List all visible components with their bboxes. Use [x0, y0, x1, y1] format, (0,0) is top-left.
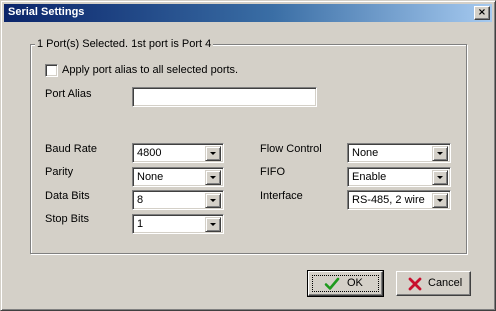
cancel-button[interactable]: Cancel [396, 271, 471, 296]
parity-value: None [137, 171, 164, 183]
interface-label: Interface [260, 190, 303, 202]
chevron-down-icon[interactable] [205, 193, 221, 208]
fifo-select[interactable]: Enable [347, 167, 451, 187]
flow-control-select[interactable]: None [347, 143, 451, 163]
close-icon: × [477, 7, 487, 18]
baud-rate-value: 4800 [137, 147, 162, 159]
port-alias-label: Port Alias [45, 88, 92, 100]
dialog-title: Serial Settings [8, 6, 85, 18]
chevron-down-icon[interactable] [432, 146, 448, 161]
data-bits-select[interactable]: 8 [132, 190, 224, 210]
data-bits-value: 8 [137, 194, 144, 206]
chevron-down-icon[interactable] [432, 170, 448, 185]
fifo-value: Enable [352, 171, 387, 183]
ok-label: OK [347, 277, 363, 289]
close-button[interactable]: × [474, 6, 490, 20]
apply-alias-label: Apply port alias to all selected ports. [62, 64, 239, 76]
parity-select[interactable]: None [132, 167, 224, 187]
baud-rate-select[interactable]: 4800 [132, 143, 224, 163]
flow-control-label: Flow Control [260, 143, 322, 155]
flow-control-value: None [352, 147, 379, 159]
ok-button[interactable]: OK [307, 270, 384, 297]
checkmark-icon [324, 277, 340, 290]
parity-label: Parity [45, 166, 74, 178]
chevron-down-icon[interactable] [205, 146, 221, 161]
stop-bits-label: Stop Bits [45, 213, 90, 225]
stop-bits-value: 1 [137, 218, 144, 230]
chevron-down-icon[interactable] [205, 170, 221, 185]
interface-select[interactable]: RS-485, 2 wire [347, 190, 451, 210]
port-alias-input[interactable] [132, 87, 317, 107]
baud-rate-label: Baud Rate [45, 143, 97, 155]
interface-value: RS-485, 2 wire [352, 194, 425, 206]
chevron-down-icon[interactable] [205, 217, 221, 232]
chevron-down-icon[interactable] [432, 193, 448, 208]
data-bits-label: Data Bits [45, 190, 90, 202]
group-legend: 1 Port(s) Selected. 1st port is Port 4 [35, 37, 214, 51]
stop-bits-select[interactable]: 1 [132, 214, 224, 234]
apply-alias-checkbox[interactable] [45, 64, 58, 77]
fifo-label: FIFO [260, 166, 286, 178]
x-icon [408, 277, 422, 291]
title-bar[interactable]: Serial Settings × [4, 4, 492, 22]
focus-rectangle [312, 275, 379, 292]
cancel-label: Cancel [428, 277, 463, 289]
